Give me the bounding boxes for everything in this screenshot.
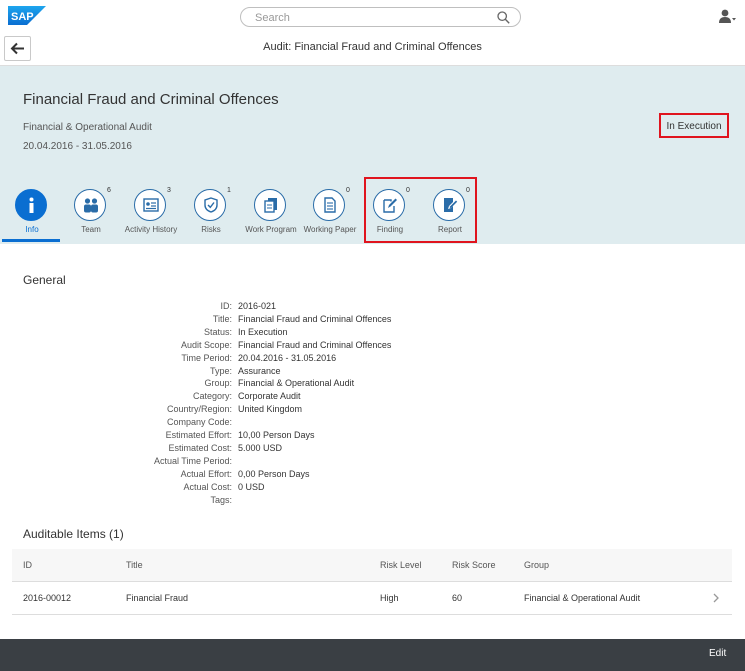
column-header-group[interactable]: Group xyxy=(524,560,549,570)
search-icon[interactable] xyxy=(497,11,510,24)
form-field-label: Audit Scope: xyxy=(180,339,232,350)
form-field-label: Title: xyxy=(212,313,232,324)
page-title: Audit: Financial Fraud and Criminal Offe… xyxy=(263,41,482,53)
page-header: Audit: Financial Fraud and Criminal Offe… xyxy=(0,32,745,66)
sap-logo[interactable]: SAP xyxy=(8,6,46,25)
tab-activity-history[interactable]: 3 Activity History xyxy=(121,187,181,243)
cell-id: 2016-00012 xyxy=(23,593,72,603)
form-field-row: Time Period: 20.04.2016 - 31.05.2016 xyxy=(0,353,745,366)
user-menu-icon[interactable] xyxy=(718,8,736,24)
form-field-row: Category: Corporate Audit xyxy=(0,391,745,404)
form-field-value: In Execution xyxy=(238,326,288,337)
form-field-row: Audit Scope: Financial Fraud and Criminal… xyxy=(0,340,745,353)
form-field-label: Type: xyxy=(209,365,232,376)
column-header-title[interactable]: Title xyxy=(126,560,143,570)
chevron-right-icon[interactable] xyxy=(712,593,720,603)
form-field-row: Country/Region: United Kingdom xyxy=(0,404,745,417)
object-title: Financial Fraud and Criminal Offences xyxy=(23,91,279,108)
form-field-value: Financial & Operational Audit xyxy=(238,378,355,389)
form-field-label: Company Code: xyxy=(166,417,232,428)
search-input[interactable] xyxy=(253,10,487,26)
form-field-label: Country/Region: xyxy=(166,404,232,415)
form-field-label: Time Period: xyxy=(181,352,232,363)
logo-text: SAP xyxy=(11,11,34,23)
form-field-value: Corporate Audit xyxy=(238,391,301,402)
form-field-value: 20.04.2016 - 31.05.2016 xyxy=(238,352,337,363)
activity-history-icon xyxy=(143,198,159,212)
form-field-row: Actual Time Period: xyxy=(0,456,745,469)
cell-group: Financial & Operational Audit xyxy=(524,593,641,603)
form-field-value: 0 USD xyxy=(238,481,265,492)
form-field-row: Group: Financial & Operational Audit xyxy=(0,378,745,391)
object-subtitle: Financial & Operational Audit xyxy=(23,122,152,133)
form-field-value: 0,00 Person Days xyxy=(238,468,310,479)
form-field-row: Status: In Execution xyxy=(0,327,745,340)
tab-count: 1 xyxy=(227,187,231,194)
form-field-label: Estimated Effort: xyxy=(165,430,232,440)
search-field[interactable] xyxy=(240,7,521,27)
object-date-range: 20.04.2016 - 31.05.2016 xyxy=(23,141,132,152)
shell-bar: SAP xyxy=(0,0,745,33)
form-field-row: Actual Cost: 0 USD xyxy=(0,482,745,495)
form-field-value: 10,00 Person Days xyxy=(238,430,315,440)
form-field-label: Group: xyxy=(204,378,232,389)
form-field-label: Estimated Cost: xyxy=(168,442,232,453)
working-paper-icon xyxy=(324,197,336,213)
general-section-title: General xyxy=(23,273,66,287)
auditable-items-title: Auditable Items (1) xyxy=(23,527,124,541)
cell-risk-level: High xyxy=(380,593,399,603)
form-field-label: Actual Cost: xyxy=(183,481,232,492)
active-tab-indicator xyxy=(2,239,60,242)
risks-icon xyxy=(204,197,218,213)
form-field-value: Financial Fraud and Criminal Offences xyxy=(238,339,392,350)
tab-team[interactable]: 6 Team xyxy=(61,187,121,243)
tab-risks[interactable]: 1 Risks xyxy=(181,187,241,243)
edit-button[interactable]: Edit xyxy=(709,648,726,659)
form-field-row: Type: Assurance xyxy=(0,366,745,379)
form-field-row: Estimated Cost: 5.000 USD xyxy=(0,443,745,456)
tab-info[interactable]: Info xyxy=(2,187,62,243)
form-field-value: United Kingdom xyxy=(238,404,303,415)
cell-risk-score: 60 xyxy=(452,593,463,603)
column-header-id[interactable]: ID xyxy=(23,560,32,570)
column-header-risk-level[interactable]: Risk Level xyxy=(380,560,422,570)
form-field-value: 5.000 USD xyxy=(238,442,283,453)
table-row[interactable]: 2016-00012 Financial Fraud High 60 Finan… xyxy=(12,582,732,615)
form-field-label: Tags: xyxy=(210,494,232,505)
form-field-row: Company Code: xyxy=(0,417,745,430)
tab-count: 0 xyxy=(346,187,350,194)
tab-count: 6 xyxy=(107,187,111,194)
form-field-row: ID: 2016-021 xyxy=(0,301,745,314)
status-highlight-box: In Execution xyxy=(659,113,729,138)
info-icon xyxy=(29,197,34,213)
cell-title: Financial Fraud xyxy=(126,593,189,603)
form-field-row: Tags: xyxy=(0,495,745,508)
table-header: ID Title Risk Level Risk Score Group xyxy=(12,549,732,582)
tab-work-program[interactable]: Work Program xyxy=(241,187,301,243)
form-field-label: Actual Time Period: xyxy=(153,455,232,466)
footer-toolbar: Edit xyxy=(0,639,745,671)
team-icon xyxy=(84,198,98,213)
form-field-label: ID: xyxy=(220,301,232,311)
tab-count: 3 xyxy=(167,187,171,194)
tab-working-paper[interactable]: 0 Working Paper xyxy=(300,187,360,243)
form-field-row: Actual Effort: 0,00 Person Days xyxy=(0,469,745,482)
form-field-label: Status: xyxy=(203,326,232,337)
form-field-row: Estimated Effort: 10,00 Person Days xyxy=(0,430,745,443)
finding-report-highlight-box xyxy=(364,177,477,243)
form-field-label: Category: xyxy=(192,391,232,402)
status-badge: In Execution xyxy=(666,121,722,132)
work-program-icon xyxy=(264,198,277,213)
form-field-value: Assurance xyxy=(238,365,281,376)
form-field-label: Actual Effort: xyxy=(180,468,232,479)
form-field-value: 2016-021 xyxy=(238,301,277,311)
form-field-row: Title: Financial Fraud and Criminal Offen… xyxy=(0,314,745,327)
form-field-value: Financial Fraud and Criminal Offences xyxy=(238,313,392,324)
column-header-risk-score[interactable]: Risk Score xyxy=(452,560,496,570)
